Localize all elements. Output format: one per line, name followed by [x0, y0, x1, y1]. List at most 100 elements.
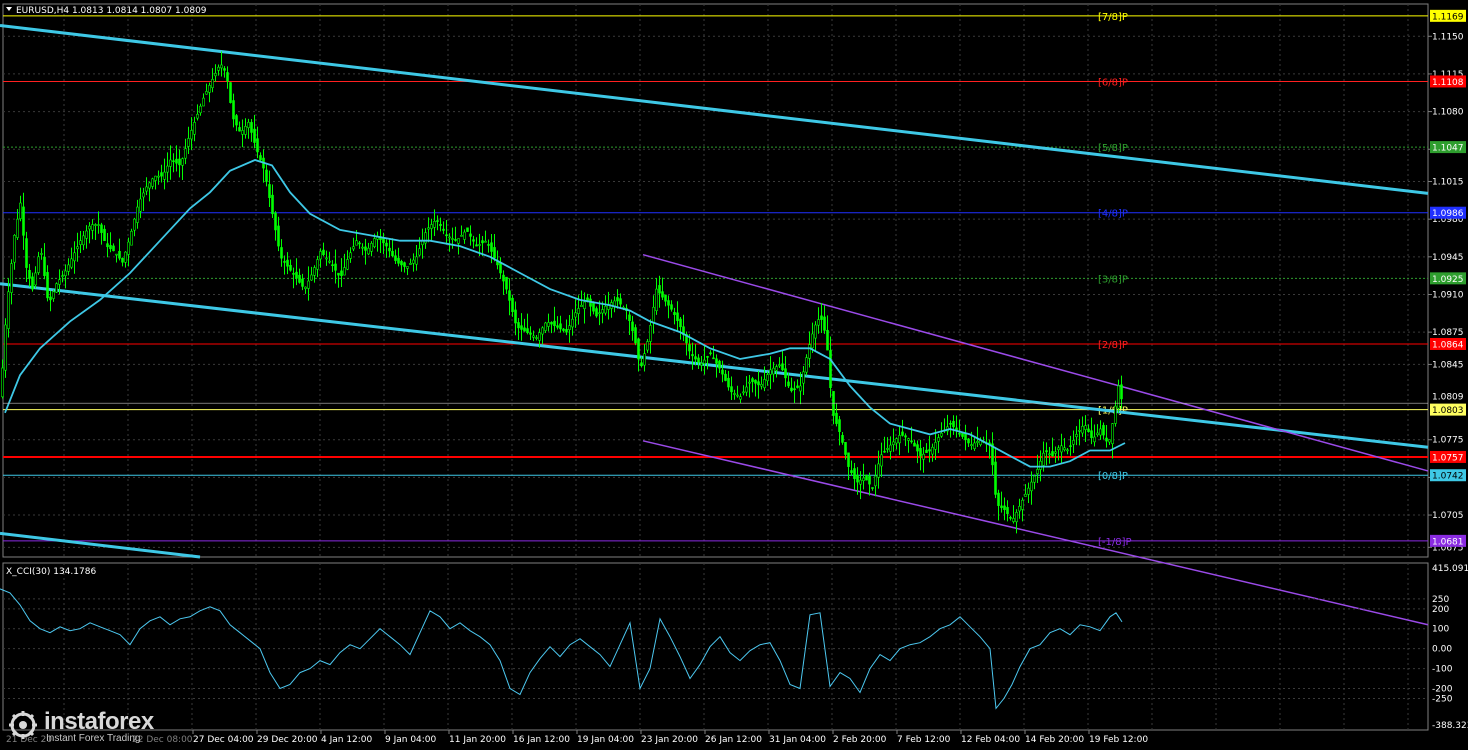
- candle-body: [1009, 517, 1012, 519]
- candle-body: [184, 148, 187, 159]
- candle-body: [1078, 430, 1081, 432]
- candle-body: [127, 241, 130, 255]
- candle-body: [655, 288, 658, 312]
- candle-body: [598, 312, 601, 315]
- candle-body: [367, 247, 370, 255]
- candle-body: [124, 251, 127, 263]
- candle-body: [913, 442, 916, 447]
- candle-body: [460, 235, 463, 237]
- candle-body: [112, 245, 115, 252]
- candle-body: [436, 220, 439, 222]
- candle-body: [304, 286, 307, 289]
- candle-body: [754, 379, 757, 384]
- candle-body: [295, 271, 298, 279]
- candle-body: [1024, 493, 1027, 497]
- candle-body: [784, 368, 787, 379]
- candle-body: [934, 442, 937, 450]
- candle-body: [1021, 499, 1024, 510]
- candle-body: [151, 178, 154, 187]
- candle-body: [448, 236, 451, 239]
- candle-body: [310, 274, 313, 281]
- candle-body: [925, 449, 928, 453]
- candle-body: [1081, 425, 1084, 434]
- candle-body: [796, 385, 799, 388]
- candle-body: [1033, 475, 1036, 483]
- candle-body: [715, 358, 718, 364]
- candle-body: [499, 262, 502, 274]
- candle-body: [31, 276, 34, 290]
- logo-brand: instaforex: [44, 708, 154, 735]
- candle-body: [742, 391, 745, 394]
- cci-y-tick-label: 100: [1432, 625, 1449, 635]
- candle-body: [1111, 423, 1114, 445]
- price-tag-label: 1.1108: [1432, 78, 1464, 88]
- candle-body: [28, 269, 31, 279]
- candle-body: [133, 218, 136, 231]
- candle-body: [790, 387, 793, 392]
- candle-body: [193, 122, 196, 135]
- candle-body: [697, 357, 700, 363]
- candle-body: [199, 105, 202, 114]
- candle-body: [1108, 439, 1111, 443]
- murrey-level-label: [7/8]P: [1098, 12, 1128, 23]
- candle-body: [850, 470, 853, 473]
- candle-body: [55, 283, 58, 293]
- candle-body: [64, 270, 67, 276]
- candle-body: [178, 158, 181, 166]
- candle-body: [1066, 449, 1069, 452]
- candle-body: [214, 72, 217, 77]
- candle-body: [106, 243, 109, 248]
- candle-body: [343, 267, 346, 276]
- candle-body: [454, 239, 457, 241]
- candle-body: [169, 159, 172, 167]
- candle-body: [1069, 445, 1072, 447]
- chart-canvas: 1.11501.11151.10801.10451.10151.09801.09…: [0, 0, 1468, 750]
- candle-body: [1075, 434, 1078, 438]
- candle-body: [61, 275, 64, 277]
- candle-body: [82, 235, 85, 246]
- candle-body: [475, 244, 478, 247]
- candle-body: [256, 138, 259, 153]
- candle-body: [661, 291, 664, 298]
- candle-body: [775, 366, 778, 371]
- candle-body: [175, 158, 178, 164]
- candle-body: [394, 255, 397, 261]
- candle-body: [121, 257, 124, 263]
- candle-body: [7, 291, 10, 329]
- candle-body: [532, 335, 535, 338]
- candle-body: [595, 308, 598, 317]
- symbol-header: EURUSD,H4 1.0813 1.0814 1.0807 1.0809: [16, 6, 207, 16]
- candle-body: [613, 300, 616, 307]
- candle-body: [103, 228, 106, 241]
- murrey-level-label: [-1/8]P: [1098, 537, 1132, 548]
- candle-body: [1105, 437, 1108, 442]
- candle-body: [364, 246, 367, 251]
- candle-body: [130, 230, 133, 246]
- candle-body: [1045, 450, 1048, 453]
- candle-body: [688, 344, 691, 352]
- candle-body: [523, 327, 526, 332]
- candle-body: [592, 302, 595, 312]
- candle-body: [820, 315, 823, 320]
- candle-body: [817, 319, 820, 326]
- candle-body: [139, 198, 142, 212]
- candle-body: [37, 256, 40, 273]
- y-tick-label: 1.1150: [1432, 32, 1464, 42]
- candle-body: [1090, 430, 1093, 439]
- candle-body: [352, 246, 355, 250]
- cci-y-tick-label: -100: [1432, 665, 1453, 675]
- candle-body: [904, 435, 907, 438]
- candle-body: [346, 259, 349, 270]
- candle-body: [856, 474, 859, 483]
- candle-body: [406, 266, 409, 269]
- candle-body: [145, 186, 148, 192]
- candle-body: [508, 290, 511, 301]
- candle-body: [1060, 445, 1063, 453]
- x-axis-label: 12 Feb 04:00: [961, 735, 1020, 745]
- candle-body: [721, 369, 724, 375]
- candle-body: [487, 244, 490, 246]
- candle-body: [370, 243, 373, 252]
- candle-body: [862, 477, 865, 482]
- candle-body: [853, 468, 856, 480]
- candle-body: [181, 158, 184, 166]
